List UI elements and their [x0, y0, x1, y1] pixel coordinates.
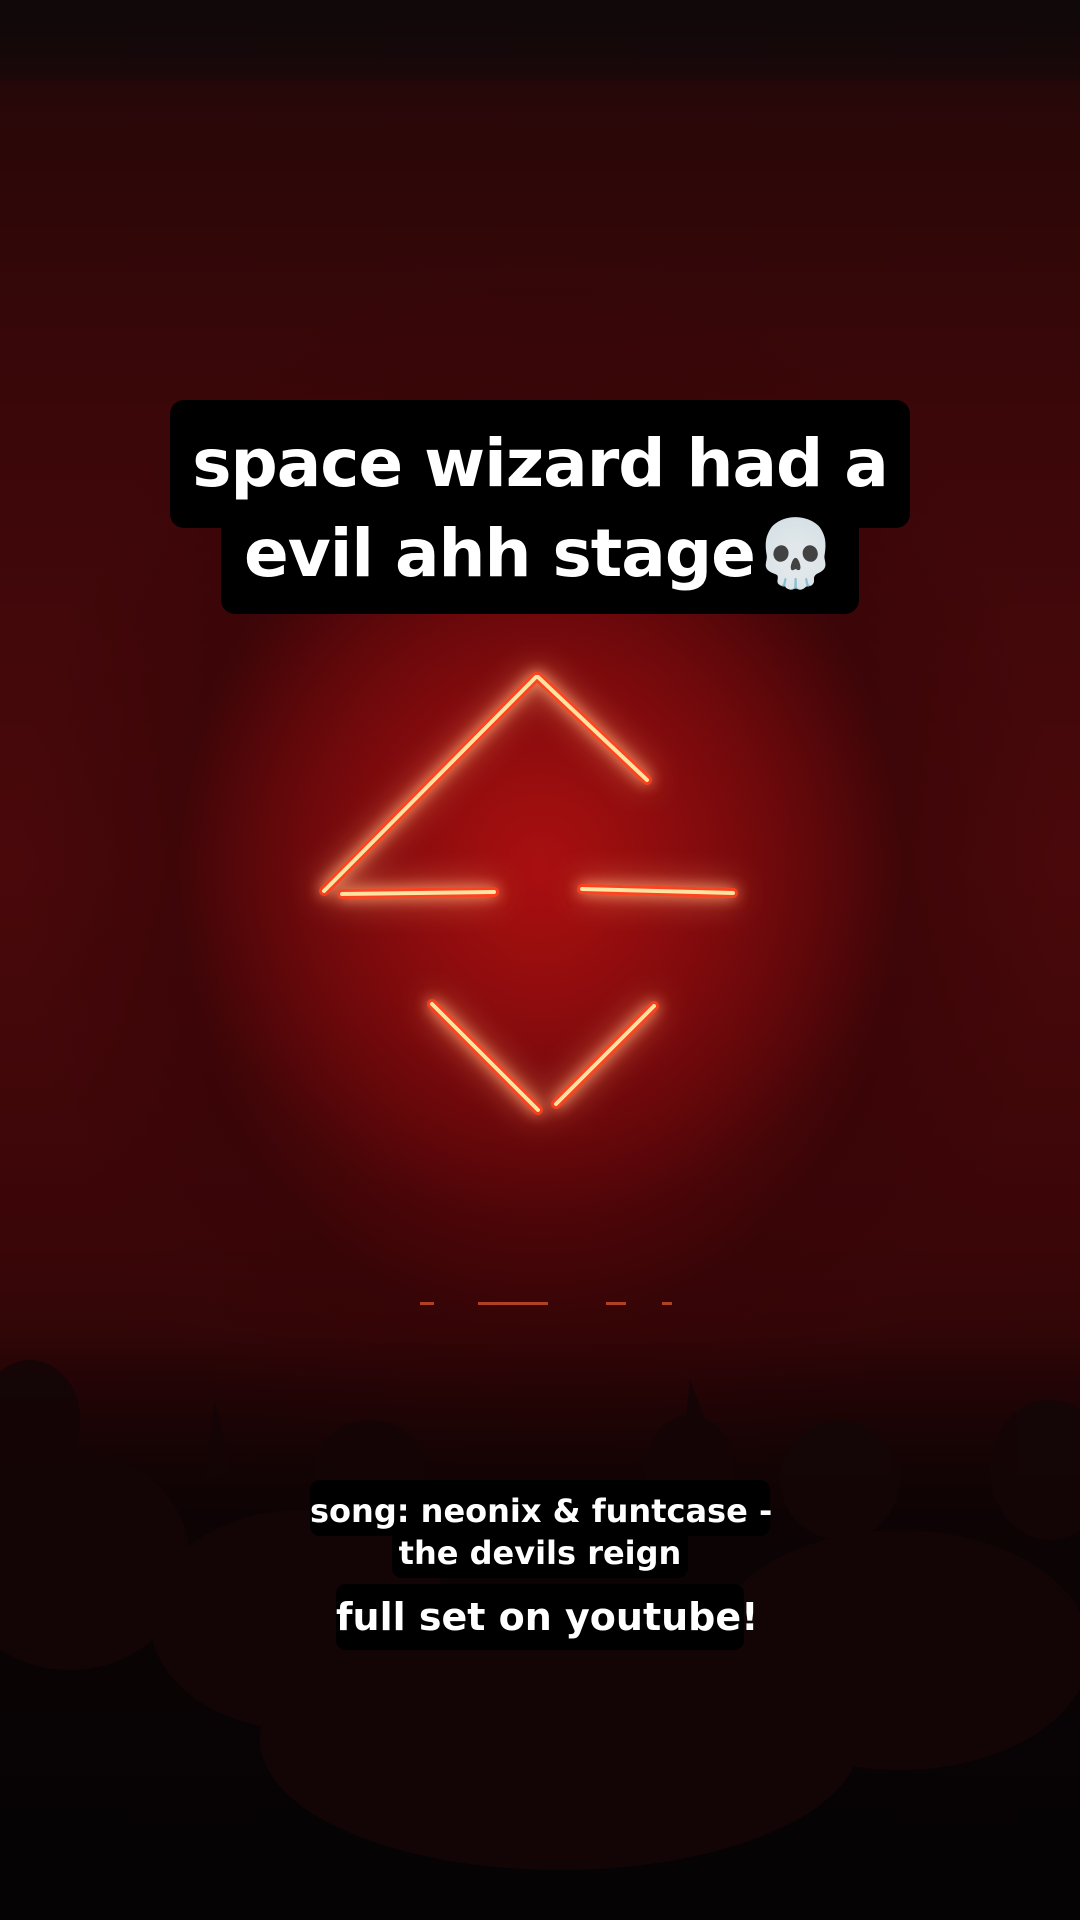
song-text-1: song: neonix & funtcase - [310, 1492, 773, 1530]
youtube-caption: full set on youtube! [336, 1584, 759, 1650]
youtube-text: full set on youtube! [336, 1595, 759, 1639]
title-text-2: evil ahh stage💀 [243, 515, 837, 592]
title-caption-line-2: evil ahh stage💀 [221, 500, 859, 614]
song-caption-line-2: the devils reign [392, 1530, 688, 1578]
video-frame: space wizard had a evil ahh stage💀 song:… [0, 0, 1080, 1920]
title-text-1: space wizard had a [192, 425, 889, 502]
song-text-2: the devils reign [398, 1534, 682, 1572]
song-caption-line-1: song: neonix & funtcase - [310, 1480, 773, 1536]
